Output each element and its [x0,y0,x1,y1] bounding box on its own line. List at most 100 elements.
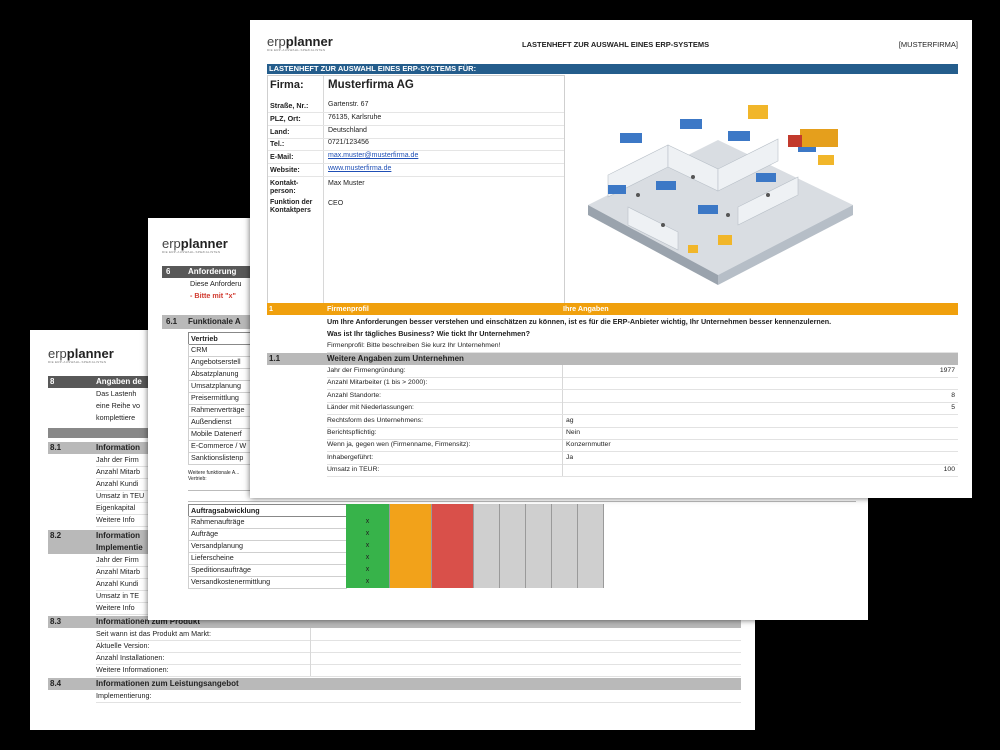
table-row: Länder mit Niederlassungen: 5 [327,402,958,416]
table-row: Umsatz in TEUR: 100 [327,464,958,478]
vertrieb-item-label: Sanktionslistenp [191,453,244,462]
address-label: Website: [270,165,300,174]
priority-header-cell [500,504,526,516]
row-label: Anzahl Mitarbeiter (1 bis > 2000): [327,379,428,387]
row-value: ag [566,416,574,424]
vertrieb-item-label: Mobile Datenerf [191,429,242,438]
list-item-label: Weitere Informationen: [96,665,169,674]
priority-cell [390,552,432,564]
row-value: 100 [943,466,955,474]
priority-cell [578,576,604,588]
row-divider [268,137,564,139]
row-label: Umsatz in TEUR: [327,466,380,474]
priority-cell: x [346,516,390,528]
priority-header-cell [432,504,474,516]
list-item-label: Anzahl Kundi [96,479,139,488]
list-item-label: Weitere Info [96,515,135,524]
priority-cell [474,552,500,564]
table-row: Rechtsform des Unternehmens: ag [327,414,958,428]
column-divider [562,365,563,377]
address-label: Straße, Nr.: [270,101,309,110]
form-band: LASTENHEFT ZUR AUSWAHL EINES ERP-SYSTEMS… [267,64,958,74]
row-value: 1977 [939,367,955,374]
priority-cell [474,528,500,540]
priority-cell [552,516,578,528]
priority-cell: x [346,576,390,588]
list-item-label: Anzahl Installationen: [96,653,165,662]
row-value: Konzernmutter [566,441,611,449]
vertrieb-item-label: Rahmenverträge [191,405,245,414]
priority-cell [552,540,578,552]
row-label: Anzahl Standorte: [327,391,382,399]
list-item: Implementierung: [96,690,741,703]
warehouse-illustration [588,105,853,285]
vertrieb-note: Weitere funktionale A... Vertrieb: [188,470,240,482]
priority-cell [432,528,474,540]
address-block: Firma: Musterfirma AG Kontakt-person: Ma… [267,75,565,305]
list-item-label: Umsatz in TE [96,591,140,600]
priority-cell [552,552,578,564]
row-divider [268,112,564,113]
priority-cell [500,564,526,576]
priority-cell [474,516,500,528]
priority-cell [526,576,552,588]
priority-header-cell [526,504,552,516]
address-label: Land: [270,126,290,136]
table-row: Inhabergeführt: Ja [327,451,958,465]
vertrieb-item-label: Preisermittlung [191,393,239,402]
auftrag-item-label: Versandkostenermittlung [191,577,271,586]
priority-cell [578,540,604,552]
list-item-label: Aktuelle Version: [96,641,150,650]
address-value: Gartenstr. 67 [328,101,369,108]
company-tag: [MUSTERFIRMA] [898,40,958,49]
kontakt-label: Kontakt-person: [270,180,299,195]
list-item-label: Jahr der Firm [96,555,139,564]
address-value[interactable]: www.musterfirma.de [328,165,391,172]
priority-cell [474,540,500,552]
list-item: Weitere Informationen: [96,664,741,677]
priority-cell [526,552,552,564]
section-1-1-header: 1.1 Weitere Angaben zum Unternehmen [267,353,958,365]
priority-cell [578,564,604,576]
list-item-label: Anzahl Kundi [96,579,139,588]
vertrieb-item-label: Umsatzplanung [191,381,241,390]
priority-cell [552,576,578,588]
priority-cell: x [346,540,390,552]
table-row: Anzahl Standorte: 8 [327,389,958,403]
priority-cell [578,516,604,528]
priority-cell [432,576,474,588]
priority-header-cell [390,504,432,516]
auftrag-item-label: Rahmenaufträge [191,517,245,526]
row-label: Rechtsform des Unternehmens: [327,416,423,424]
column-divider [310,664,311,676]
priority-cell [578,528,604,540]
priority-cell [552,528,578,540]
list-item-label: Anzahl Mitarb [96,467,140,476]
row-label: Wenn ja, gegen wen (Firmenname, Firmensi… [327,441,471,449]
section-1-header: 1 Firmenprofil Ihre Angaben [267,303,958,315]
document-title: LASTENHEFT ZUR AUSWAHL EINES ERP-SYSTEMS [522,40,710,49]
row-label: Berichtspflichtig: [327,429,377,436]
column-divider [562,402,563,415]
table-row: Wenn ja, gegen wen (Firmenname, Firmensi… [327,439,958,453]
vertrieb-item-label: E-Commerce / W [191,441,247,450]
priority-cell [390,540,432,552]
address-value[interactable]: max.muster@musterfirma.de [328,152,418,159]
priority-cell: x [346,528,390,540]
address-value: 0721/123456 [328,139,369,147]
priority-cell [390,564,432,576]
priority-cell [390,516,432,528]
priority-cell [578,552,604,564]
list-item-label: Seit wann ist das Produkt am Markt: [96,629,212,638]
row-value: 8 [951,391,955,399]
section-8-4-header: 8.4 Informationen zum Leistungsangebot [48,678,741,690]
kontakt-value: Max Muster [328,180,365,187]
firma-value: Musterfirma AG [328,79,414,91]
row-value: Ja [566,453,574,461]
list-item-label: Jahr der Firm [96,455,139,464]
priority-cell [474,576,500,588]
column-divider [562,464,563,477]
funktion-label: Funktion der Kontaktpers [270,199,313,214]
erpplanner-logo: erpplanner DIE ERP-AUSWAHL-SPEZIALISTEN [267,34,333,52]
list-item-label: Anzahl Mitarb [96,567,140,576]
